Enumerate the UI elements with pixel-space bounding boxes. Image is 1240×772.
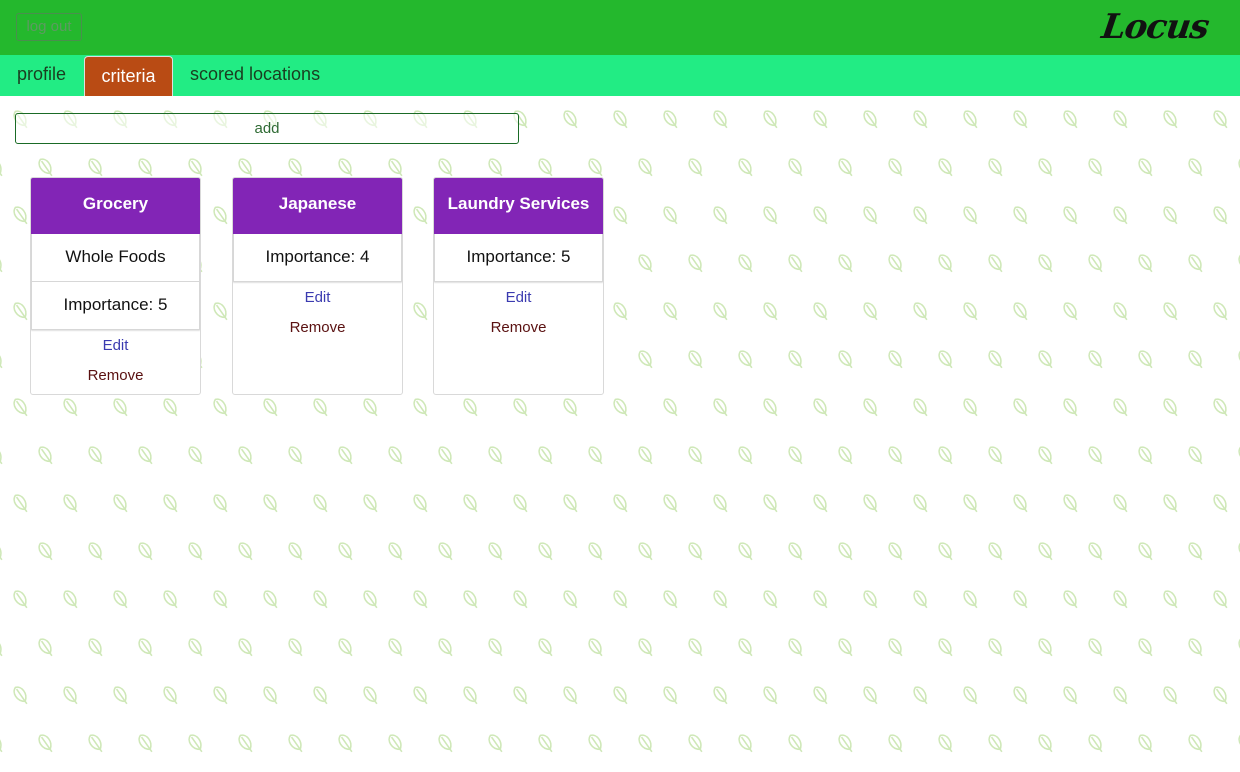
card-detail-row: Whole Foods xyxy=(31,234,200,282)
card-title: Laundry Services xyxy=(434,178,603,234)
criteria-card-grocery: Grocery Whole Foods Importance: 5 Edit R… xyxy=(30,177,201,395)
card-importance-row: Importance: 4 xyxy=(233,234,402,282)
remove-link[interactable]: Remove xyxy=(233,313,402,343)
tab-profile[interactable]: profile xyxy=(17,55,66,96)
edit-link[interactable]: Edit xyxy=(233,283,402,313)
edit-link[interactable]: Edit xyxy=(434,283,603,313)
tab-bar: profile criteria scored locations xyxy=(0,55,1240,96)
tab-scored-locations[interactable]: scored locations xyxy=(190,55,320,96)
tab-criteria[interactable]: criteria xyxy=(84,56,173,96)
criteria-card-laundry-services: Laundry Services Importance: 5 Edit Remo… xyxy=(433,177,604,395)
card-title: Grocery xyxy=(31,178,200,234)
add-criteria-button[interactable]: add xyxy=(15,113,519,144)
card-importance-row: Importance: 5 xyxy=(434,234,603,282)
remove-link[interactable]: Remove xyxy=(31,361,200,391)
card-importance-row: Importance: 5 xyxy=(31,282,200,330)
top-bar: log out Locus xyxy=(0,0,1240,55)
card-title: Japanese xyxy=(233,178,402,234)
edit-link[interactable]: Edit xyxy=(31,331,200,361)
locus-logo: Locus xyxy=(1099,7,1211,47)
remove-link[interactable]: Remove xyxy=(434,313,603,343)
logout-button[interactable]: log out xyxy=(16,13,82,41)
criteria-card-japanese: Japanese Importance: 4 Edit Remove xyxy=(232,177,403,395)
